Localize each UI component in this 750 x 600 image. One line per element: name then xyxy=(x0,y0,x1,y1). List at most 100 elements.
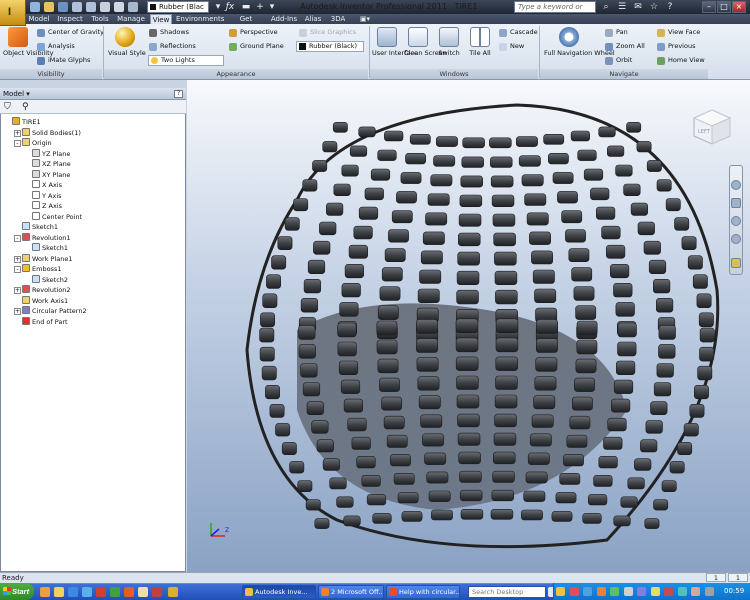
expand-toggle-icon[interactable]: - xyxy=(14,234,21,242)
tree-node[interactable]: End of Part xyxy=(4,316,184,328)
tray-app-icon[interactable] xyxy=(677,587,687,596)
tray-app-icon[interactable] xyxy=(623,587,633,596)
find-binoculars-icon[interactable]: ⚲ xyxy=(22,102,29,112)
cascade-button[interactable]: Cascade xyxy=(498,27,538,38)
quicklaunch-folder-icon[interactable] xyxy=(54,587,64,597)
fx-icon[interactable]: ƒx xyxy=(224,1,236,13)
tile-all-button[interactable]: Tile All xyxy=(466,27,494,57)
tree-node[interactable]: + Revolution2 xyxy=(4,285,184,296)
tree-node[interactable]: TIRE1 xyxy=(4,117,184,128)
slice-graphics-button[interactable]: Slice Graphics xyxy=(298,27,356,38)
tree-node[interactable]: - Emboss1 xyxy=(4,264,184,275)
zoom-all-button[interactable]: Zoom All xyxy=(604,41,645,52)
redo-icon[interactable] xyxy=(86,2,96,12)
quicklaunch-icon[interactable] xyxy=(96,587,106,597)
tray-app-icon[interactable] xyxy=(691,587,700,596)
orbit-button[interactable]: Orbit xyxy=(604,55,632,66)
pan-icon[interactable] xyxy=(731,198,741,208)
tree-node[interactable]: + Circular Pattern2 xyxy=(4,306,184,317)
tab-view[interactable]: View xyxy=(150,14,172,24)
task-inventor[interactable]: Autodesk Inve... xyxy=(242,585,316,599)
home-view-button[interactable]: Home View xyxy=(656,55,705,66)
tab-environments[interactable]: Environments xyxy=(176,14,224,24)
close-button[interactable]: × xyxy=(732,1,746,13)
expand-toggle-icon[interactable]: + xyxy=(14,308,21,315)
tree-node[interactable]: + Solid Bodies(1) xyxy=(4,127,184,139)
tree-node[interactable]: + Work Plane1 xyxy=(4,253,184,265)
user-interface-button[interactable]: User Interface xyxy=(372,27,418,57)
tree-node[interactable]: YZ Plane xyxy=(4,148,184,160)
tree-node[interactable]: Sketch1 xyxy=(4,243,184,254)
start-button[interactable]: Start xyxy=(0,583,34,600)
desktop-search-input[interactable]: Search Desktop xyxy=(468,586,546,598)
new-window-button[interactable]: New xyxy=(498,41,524,52)
tray-app-icon[interactable] xyxy=(704,587,714,596)
graphics-viewport[interactable]: Z LEFT xyxy=(187,80,750,572)
tray-app-icon[interactable] xyxy=(650,587,660,596)
tree-node[interactable]: - Revolution1 xyxy=(4,232,184,244)
color-icon[interactable]: ▬ xyxy=(240,1,252,13)
firefox-icon[interactable] xyxy=(124,587,134,597)
new-file-icon[interactable] xyxy=(30,2,40,12)
quicklaunch-icon[interactable] xyxy=(82,587,92,597)
tree-node[interactable]: XY Plane xyxy=(4,169,184,181)
tab-alias[interactable]: Alias xyxy=(302,14,324,24)
lighting-style-dropdown[interactable]: Two Lights xyxy=(148,55,224,66)
help-search-input[interactable]: Type a keyword or phrase xyxy=(514,1,596,21)
tree-node[interactable]: Y Axis xyxy=(4,190,184,202)
expand-toggle-icon[interactable]: - xyxy=(14,266,21,273)
tray-app-icon[interactable] xyxy=(583,587,592,596)
filter-icon[interactable]: ⛉ xyxy=(4,102,11,112)
tray-app-icon[interactable] xyxy=(664,587,673,596)
tree-node[interactable]: Z Axis xyxy=(4,201,184,212)
tab-tools[interactable]: Tools xyxy=(88,14,112,24)
tree-node[interactable]: Center Point xyxy=(4,211,184,223)
tab-get-started[interactable]: Get Started xyxy=(226,14,266,33)
tray-app-icon[interactable] xyxy=(637,587,646,596)
task-microsoft-office[interactable]: 2 Microsoft Off... xyxy=(318,585,384,599)
tray-app-icon[interactable] xyxy=(610,587,619,596)
tree-node[interactable]: Sketch2 xyxy=(4,274,184,286)
expand-toggle-icon[interactable]: + xyxy=(14,255,21,263)
tab-3da[interactable]: 3DA xyxy=(328,14,348,24)
visual-style-button[interactable]: Visual Style xyxy=(108,27,146,57)
center-of-gravity-button[interactable]: Center of Gravity xyxy=(36,27,104,38)
undo-icon[interactable] xyxy=(72,2,82,12)
steering-wheel-icon[interactable] xyxy=(731,180,741,190)
tree-node[interactable]: - Origin xyxy=(4,138,184,149)
view-face-button[interactable]: View Face xyxy=(656,27,700,38)
pan-button[interactable]: Pan xyxy=(604,27,628,38)
search-icon[interactable]: ⌕ xyxy=(600,1,612,13)
help-icon[interactable]: ? xyxy=(664,1,676,13)
inventor-quicklaunch-icon[interactable] xyxy=(168,587,178,597)
ground-plane-button[interactable]: Ground Plane xyxy=(228,41,284,52)
clean-screen-button[interactable]: Clean Screen xyxy=(404,27,447,57)
ribbon-minimize-icon[interactable]: ▣▾ xyxy=(356,14,374,24)
update-icon[interactable] xyxy=(114,2,124,12)
minimize-button[interactable]: – xyxy=(702,1,716,13)
select-icon[interactable] xyxy=(128,2,138,12)
zoom-icon[interactable] xyxy=(731,216,741,226)
maximize-button[interactable]: □ xyxy=(717,1,731,13)
object-visibility-button[interactable]: Object Visibility xyxy=(3,27,53,57)
favorites-star-icon[interactable]: ☆ xyxy=(648,1,660,13)
save-icon[interactable] xyxy=(58,2,68,12)
tab-inspect[interactable]: Inspect xyxy=(56,14,84,24)
tray-app-icon[interactable] xyxy=(596,587,606,596)
shadows-button[interactable]: Shadows xyxy=(148,27,189,38)
tab-manage[interactable]: Manage xyxy=(116,14,146,24)
quicklaunch-icon[interactable] xyxy=(40,587,50,597)
tab-add-ins[interactable]: Add-Ins xyxy=(270,14,298,24)
browser-help-button[interactable]: ? xyxy=(174,90,183,98)
browser-title-dropdown[interactable]: Model ▾ xyxy=(3,90,30,99)
previous-view-button[interactable]: Previous xyxy=(656,41,695,52)
switch-button[interactable]: Switch xyxy=(436,27,462,57)
communication-center-icon[interactable]: ✉ xyxy=(632,1,644,13)
expand-toggle-icon[interactable]: + xyxy=(14,287,21,294)
open-folder-icon[interactable] xyxy=(44,2,54,12)
analysis-button[interactable]: Analysis xyxy=(36,41,75,52)
tree-node[interactable]: XZ Plane xyxy=(4,159,184,170)
perspective-button[interactable]: Perspective xyxy=(228,27,278,38)
dropdown-arrow-icon[interactable]: ▾ xyxy=(212,1,224,13)
material-combo[interactable]: Rubber (Blac xyxy=(147,1,209,13)
